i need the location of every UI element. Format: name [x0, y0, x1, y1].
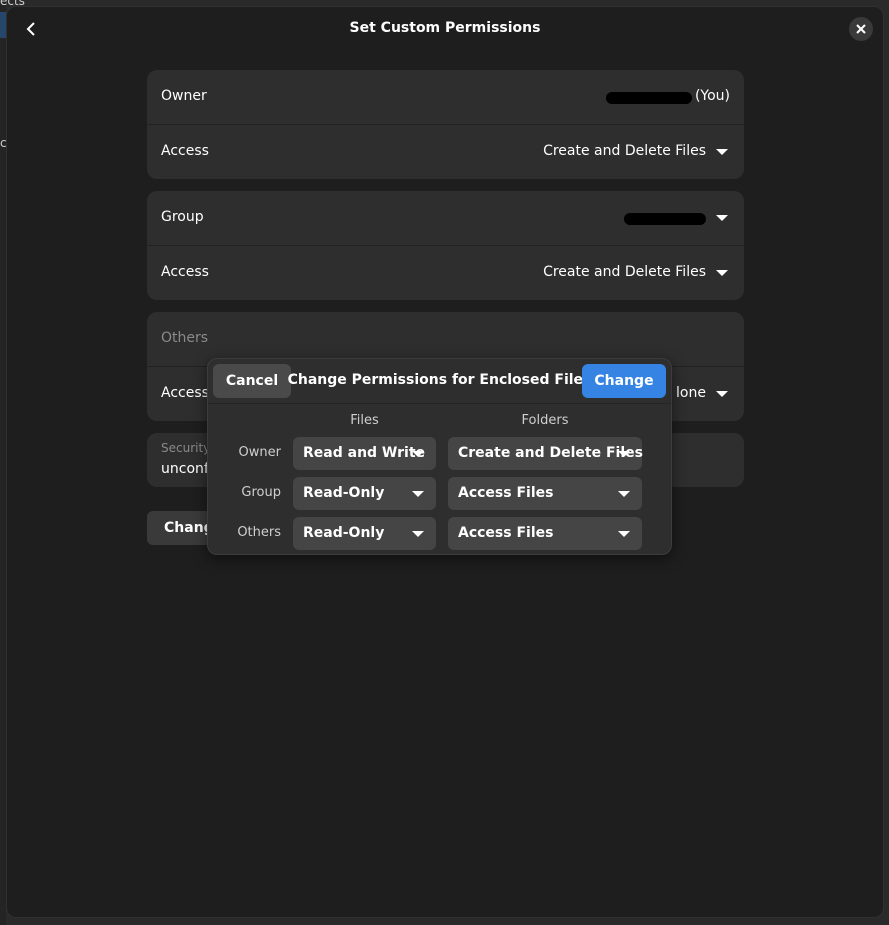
redacted-owner-name [606, 92, 692, 104]
headerbar: Set Custom Permissions [7, 7, 883, 51]
group-group: Group Access Create and Delete Files [147, 191, 744, 300]
window-title: Set Custom Permissions [349, 20, 541, 36]
owner-access-row[interactable]: Access Create and Delete Files [147, 125, 744, 179]
dialog-header: Cancel Change Permissions for Enclosed F… [208, 359, 671, 404]
files-column-header: Files [350, 413, 379, 428]
owner-files-dropdown[interactable]: Read and Write [293, 437, 436, 470]
dropdown-arrow-icon [716, 149, 728, 155]
close-icon [856, 24, 866, 34]
group-row[interactable]: Group [147, 191, 744, 246]
others-access-label: Access [161, 385, 209, 401]
folders-column-header: Folders [521, 413, 569, 428]
group-label: Group [161, 209, 204, 225]
dialog-owner-label: Owner [238, 445, 281, 460]
group-files-value: Read-Only [303, 485, 385, 501]
dropdown-arrow-icon [412, 451, 424, 457]
others-files-dropdown[interactable]: Read-Only [293, 517, 436, 550]
group-files-dropdown[interactable]: Read-Only [293, 477, 436, 510]
close-button[interactable] [849, 17, 873, 41]
others-folders-value: Access Files [458, 525, 554, 541]
owner-row: Owner (You) [147, 70, 744, 125]
group-access-label: Access [161, 264, 209, 280]
owner-folders-dropdown[interactable]: Create and Delete Files [448, 437, 643, 470]
redacted-group-name [624, 213, 706, 225]
group-access-row[interactable]: Access Create and Delete Files [147, 246, 744, 300]
owner-folders-value: Create and Delete Files [458, 445, 643, 461]
dropdown-arrow-icon [716, 270, 728, 276]
owner-you-suffix: (You) [694, 88, 730, 104]
group-folders-value: Access Files [458, 485, 554, 501]
others-label: Others [161, 330, 209, 346]
dropdown-arrow-icon [716, 391, 728, 397]
dialog-others-label: Others [237, 525, 281, 540]
dropdown-arrow-icon [618, 491, 630, 497]
change-button[interactable]: Change [582, 364, 666, 398]
owner-label: Owner [161, 88, 207, 104]
change-permissions-dialog: Cancel Change Permissions for Enclosed F… [207, 358, 672, 555]
dropdown-arrow-icon [618, 451, 630, 457]
dropdown-arrow-icon [716, 215, 728, 221]
others-folders-dropdown[interactable]: Access Files [448, 517, 642, 550]
owner-group: Owner (You) Access Create and Delete Fil… [147, 70, 744, 179]
dialog-group-label: Group [241, 485, 281, 500]
dropdown-arrow-icon [618, 531, 630, 537]
group-folders-dropdown[interactable]: Access Files [448, 477, 642, 510]
owner-files-value: Read and Write [303, 445, 426, 461]
dropdown-arrow-icon [412, 491, 424, 497]
dropdown-arrow-icon [412, 531, 424, 537]
group-access-value: Create and Delete Files [543, 264, 706, 280]
others-files-value: Read-Only [303, 525, 385, 541]
owner-access-label: Access [161, 143, 209, 159]
owner-access-value: Create and Delete Files [543, 143, 706, 159]
others-access-value: lone [676, 385, 706, 401]
